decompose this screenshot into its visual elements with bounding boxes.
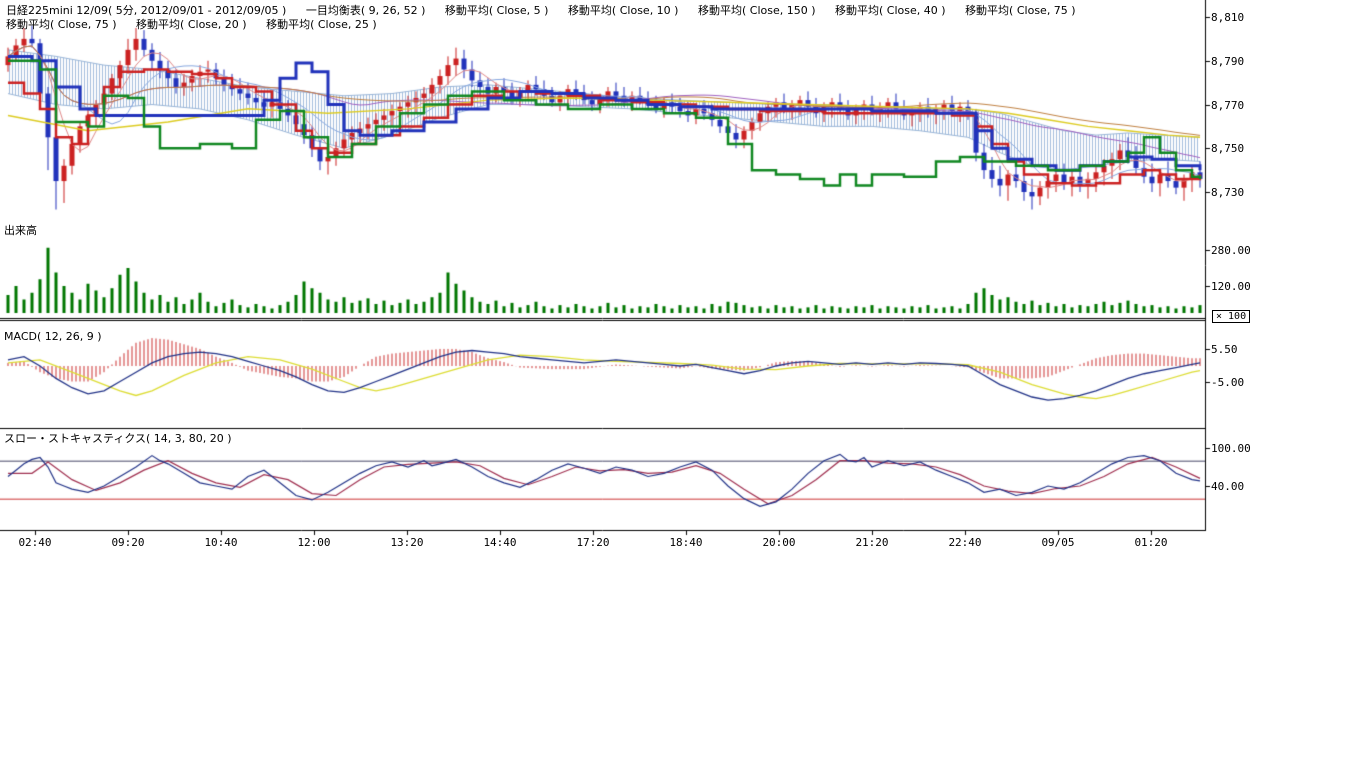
time-axis-label: 22:40 [941,536,989,549]
ma10-label: 移動平均( Close, 10 ) [568,4,679,17]
volume-panel-title: 出来高 [4,222,37,238]
ma5-label: 移動平均( Close, 5 ) [445,4,549,17]
volume-multiplier-badge: × 100 [1212,310,1250,323]
time-axis-label: 02:40 [11,536,59,549]
stoch-axis-tick: 40.00 [1211,480,1257,493]
indicator-legend-line2: 移動平均( Close, 75 ) 移動平均( Close, 20 ) 移動平均… [6,16,393,32]
time-axis-label: 13:20 [383,536,431,549]
macd-axis-tick: -5.00 [1211,376,1257,389]
price-panel[interactable] [0,0,1205,225]
volume-axis-tick: 280.00 [1211,244,1257,257]
price-axis-tick: 8,770 [1211,99,1257,112]
price-axis-tick: 8,750 [1211,142,1257,155]
time-axis-label: 14:40 [476,536,524,549]
ma40-label: 移動平均( Close, 40 ) [835,4,946,17]
volume-panel[interactable] [0,226,1205,318]
ma25-label: 移動平均( Close, 25 ) [266,18,377,31]
time-axis-label: 17:20 [569,536,617,549]
time-axis-label: 01:20 [1127,536,1175,549]
time-axis-label: 09/05 [1034,536,1082,549]
macd-panel-title: MACD( 12, 26, 9 ) [4,330,102,343]
macd-axis-tick: 5.50 [1211,343,1257,356]
stochastics-panel-title: スロー・ストキャスティクス( 14, 3, 80, 20 ) [4,430,232,446]
time-axis-label: 21:20 [848,536,896,549]
price-axis-tick: 8,810 [1211,11,1257,24]
ma20-label: 移動平均( Close, 20 ) [136,18,247,31]
price-axis-tick: 8,790 [1211,55,1257,68]
ma75-label-2: 移動平均( Close, 75 ) [6,18,117,31]
time-axis-label: 12:00 [290,536,338,549]
time-axis-label: 09:20 [104,536,152,549]
charting-application: 日経225mini 12/09( 5分, 2012/09/01 - 2012/0… [0,0,1366,768]
macd-panel[interactable] [0,320,1205,428]
stoch-axis-tick: 100.00 [1211,442,1257,455]
time-axis-label: 18:40 [662,536,710,549]
price-axis-tick: 8,730 [1211,186,1257,199]
ma150-label: 移動平均( Close, 150 ) [698,4,816,17]
time-axis-label: 20:00 [755,536,803,549]
ma75-label: 移動平均( Close, 75 ) [965,4,1076,17]
volume-axis-tick: 120.00 [1211,280,1257,293]
time-axis-label: 10:40 [197,536,245,549]
